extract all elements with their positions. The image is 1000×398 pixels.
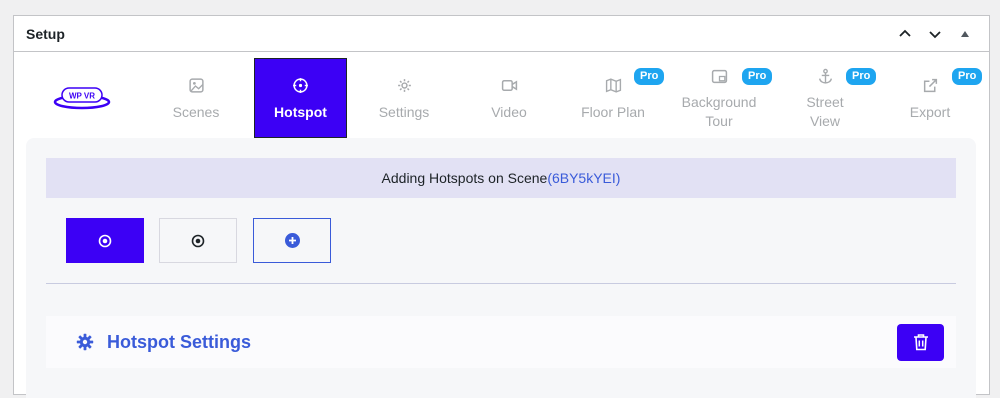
gear-icon bbox=[396, 75, 413, 97]
hotspot-content: Adding Hotspots on Scene (6BY5kYEI) Hots… bbox=[26, 138, 976, 398]
tab-label: Scenes bbox=[172, 103, 220, 120]
delete-hotspot-button[interactable] bbox=[897, 323, 944, 361]
banner-text: Adding Hotspots on Scene bbox=[381, 170, 548, 186]
map-icon bbox=[605, 75, 622, 97]
scene-banner: Adding Hotspots on Scene (6BY5kYEI) bbox=[46, 158, 956, 198]
tab-scenes[interactable]: Scenes bbox=[150, 58, 242, 138]
tab-label: Hotspot bbox=[274, 103, 327, 120]
tab-label: Floor Plan bbox=[581, 103, 645, 120]
setup-panel: Setup WP VR Scenes Hotspot Settings Vide… bbox=[13, 15, 991, 398]
target-icon bbox=[191, 234, 205, 247]
tab-video[interactable]: Video bbox=[464, 58, 554, 138]
divider bbox=[46, 283, 956, 284]
pro-badge: Pro bbox=[742, 68, 773, 85]
tab-label: Video bbox=[491, 103, 527, 120]
image-icon bbox=[188, 75, 205, 97]
move-down-button[interactable] bbox=[923, 22, 947, 46]
tab-label: Background Tour bbox=[681, 94, 757, 129]
panel-title: Setup bbox=[26, 25, 65, 42]
video-icon bbox=[501, 75, 518, 97]
move-up-button[interactable] bbox=[893, 22, 917, 46]
wpvr-logo: WP VR bbox=[53, 87, 111, 110]
hotspot-settings-header[interactable]: Hotspot Settings bbox=[46, 316, 956, 368]
external-link-icon bbox=[922, 75, 939, 97]
add-hotspot-button[interactable] bbox=[253, 218, 331, 263]
tab-settings[interactable]: Settings bbox=[359, 58, 449, 138]
logo-text: WP VR bbox=[69, 92, 95, 101]
settings-title-group: Hotspot Settings bbox=[76, 332, 251, 353]
tab-hotspot[interactable]: Hotspot bbox=[254, 58, 347, 138]
picture-in-picture-icon bbox=[711, 65, 728, 87]
trash-icon bbox=[913, 334, 928, 351]
chevron-up-icon bbox=[899, 29, 911, 37]
scene-id-link[interactable]: (6BY5kYEI) bbox=[547, 170, 620, 186]
tab-label: Export bbox=[909, 103, 951, 120]
chevron-down-icon bbox=[929, 30, 941, 38]
caret-up-icon bbox=[961, 30, 969, 37]
plus-circle-icon bbox=[284, 233, 300, 248]
pro-badge: Pro bbox=[952, 68, 983, 85]
gear-icon bbox=[76, 333, 94, 351]
tab-label: Settings bbox=[378, 103, 430, 120]
panel-header: Setup bbox=[14, 16, 989, 52]
crosshair-icon bbox=[292, 75, 309, 97]
panel-controls bbox=[893, 22, 977, 46]
toggle-panel-button[interactable] bbox=[953, 22, 977, 46]
pro-badge: Pro bbox=[634, 68, 665, 85]
hotspot-1-button[interactable] bbox=[66, 218, 144, 263]
target-icon bbox=[98, 234, 112, 247]
anchor-icon bbox=[817, 65, 834, 87]
pro-badge: Pro bbox=[846, 68, 877, 85]
tab-label: Street View bbox=[806, 94, 844, 129]
setup-tabs: WP VR Scenes Hotspot Settings Video Floo… bbox=[14, 58, 991, 138]
hotspot-settings-title: Hotspot Settings bbox=[107, 331, 251, 352]
hotspot-2-button[interactable] bbox=[159, 218, 237, 263]
